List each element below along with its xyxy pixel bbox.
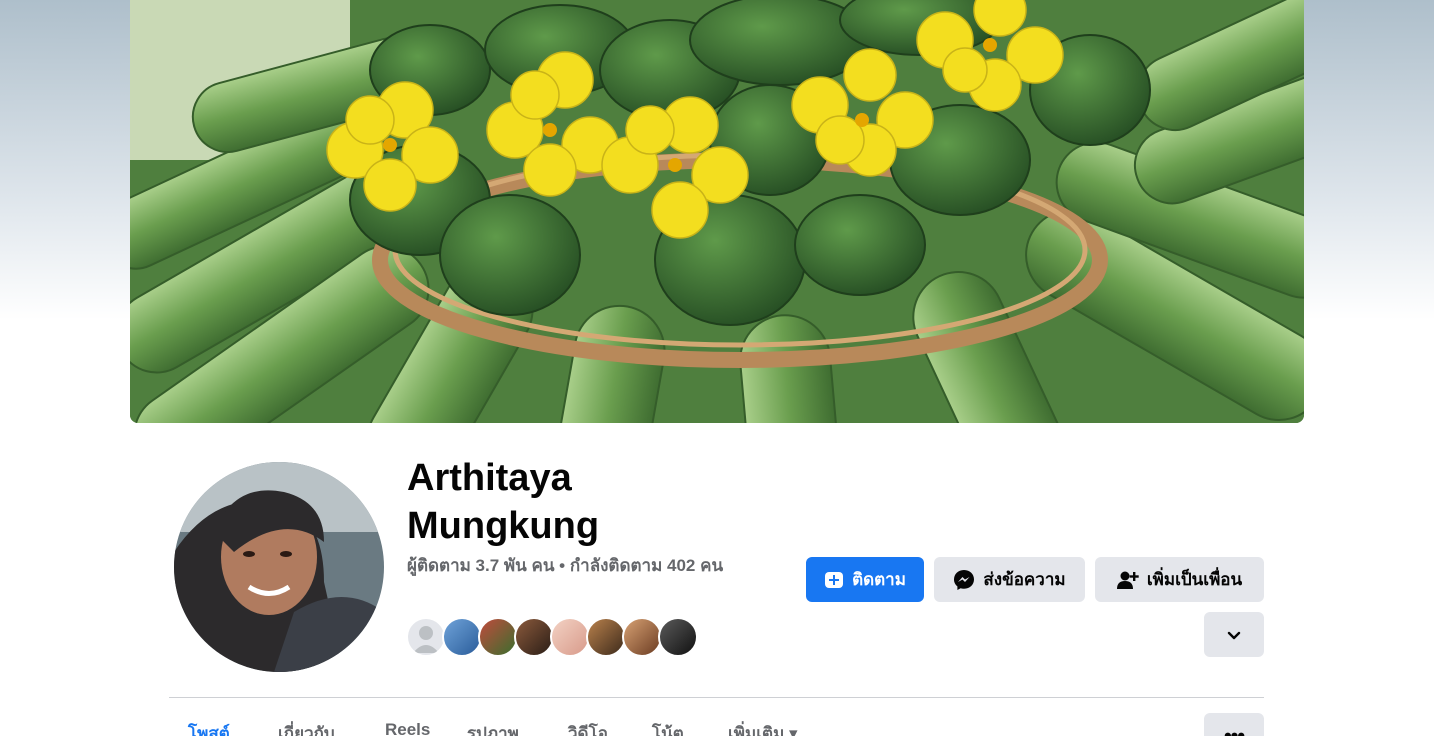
friend-avatar[interactable] — [406, 617, 446, 657]
tab-videos[interactable]: วิดีโอ — [568, 720, 608, 736]
avatar-image — [174, 462, 384, 672]
message-label: ส่งข้อความ — [983, 570, 1066, 589]
default-user-icon — [413, 626, 439, 653]
add-friend-icon — [1116, 571, 1139, 589]
add-friend-button[interactable]: เพิ่มเป็นเพื่อน — [1095, 557, 1264, 602]
add-friend-label: เพิ่มเป็นเพื่อน — [1146, 570, 1243, 589]
tab-notes[interactable]: โน้ต — [652, 720, 684, 736]
cover-photo[interactable] — [130, 0, 1304, 423]
follower-stats[interactable]: ผู้ติดตาม 3.7 พัน คน • กำลังติดตาม 402 ค… — [407, 553, 752, 578]
friend-avatar[interactable] — [478, 617, 518, 657]
friend-avatar[interactable] — [586, 617, 626, 657]
follow-button[interactable]: ติดตาม — [806, 557, 924, 602]
expand-button[interactable] — [1204, 612, 1264, 657]
follow-label: ติดตาม — [852, 570, 906, 589]
tab-reels[interactable]: Reels — [385, 720, 430, 736]
friend-avatar[interactable] — [442, 617, 482, 657]
tab-more[interactable]: เพิ่มเติม ▾ — [728, 720, 798, 736]
friend-avatar[interactable] — [514, 617, 554, 657]
tab-photos[interactable]: รูปภาพ — [467, 720, 519, 736]
follow-icon — [825, 571, 844, 588]
messenger-icon — [954, 569, 975, 590]
profile-name: Arthitaya Mungkung — [407, 457, 600, 547]
more-options-button[interactable]: ••• — [1204, 713, 1264, 736]
friend-avatar[interactable] — [550, 617, 590, 657]
friend-avatar[interactable] — [658, 617, 698, 657]
ellipsis-icon: ••• — [1223, 723, 1245, 736]
section-divider — [169, 697, 1264, 698]
friend-avatar[interactable] — [622, 617, 662, 657]
profile-avatar[interactable] — [170, 458, 388, 676]
chevron-down-icon — [1227, 631, 1241, 639]
cover-image — [130, 0, 1304, 423]
tab-posts[interactable]: โพสต์ — [188, 720, 230, 736]
message-button[interactable]: ส่งข้อความ — [934, 557, 1085, 602]
tab-about[interactable]: เกี่ยวกับ — [278, 720, 335, 736]
